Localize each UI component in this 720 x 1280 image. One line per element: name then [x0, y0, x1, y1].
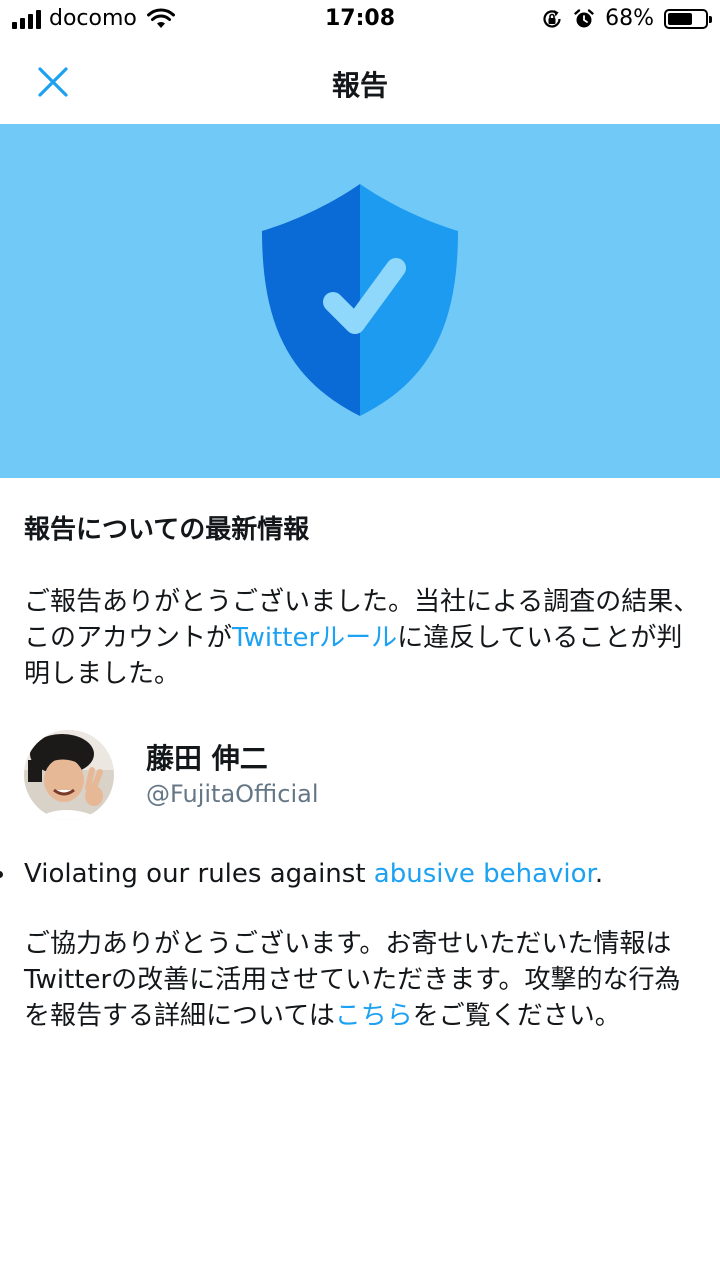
report-message: ご報告ありがとうございました。当社による調査の結果、このアカウントがTwitte… [24, 584, 704, 692]
thanks-text-end: をご覧ください。 [412, 1001, 621, 1031]
page-title: 報告 [331, 69, 388, 102]
violation-text-end: . [594, 859, 604, 889]
reported-account[interactable]: 藤田 伸二 @FujitaOfficial [24, 730, 704, 820]
account-name: 藤田 伸二 [146, 742, 268, 775]
bullet-icon [0, 871, 3, 878]
avatar-image [24, 730, 114, 820]
status-bar: docomo 17:08 68% [0, 0, 720, 40]
thanks-message: ご協力ありがとうございます。お寄せいただいた情報はTwitterの改善に活用させ… [24, 926, 704, 1034]
avatar[interactable] [24, 730, 114, 820]
twitter-rules-link[interactable]: Twitterルール [232, 623, 397, 653]
battery-percent: 68% [605, 6, 654, 31]
navbar: 報告 [0, 40, 720, 124]
report-content: 報告についての最新情報 ご報告ありがとうございました。当社による調査の結果、この… [0, 510, 704, 1034]
battery-fill [668, 12, 692, 25]
violation-item: Violating our rules against abusive beha… [0, 856, 704, 892]
report-heading: 報告についての最新情報 [24, 515, 310, 545]
violation-text: Violating our rules against [24, 859, 374, 889]
account-info: 藤田 伸二 @FujitaOfficial [146, 740, 319, 810]
abusive-behavior-link[interactable]: abusive behavior [374, 859, 595, 889]
status-bar-right: 68% [541, 6, 712, 31]
hero-banner [0, 124, 720, 478]
battery-icon [664, 8, 712, 29]
shield-check-icon [262, 184, 458, 416]
details-link[interactable]: こちら [335, 1001, 413, 1031]
account-handle: @FujitaOfficial [146, 780, 319, 808]
alarm-icon [574, 8, 594, 27]
orientation-lock-icon [543, 9, 561, 28]
